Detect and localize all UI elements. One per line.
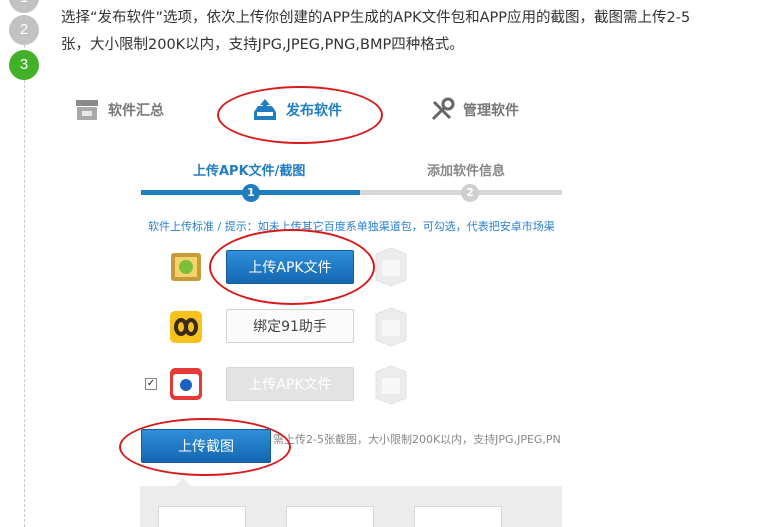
screenshot-slot[interactable]	[414, 506, 502, 527]
nav-item-label: 软件汇总	[108, 103, 164, 119]
upload-screenshot-button[interactable]: 上传截图	[141, 429, 271, 463]
step-badge-1: 1	[9, 0, 39, 13]
upload-tips: 软件上传标准 / 提示：如未上传其它百度系单独渠道包，可勾选，代表把安卓市场渠	[148, 220, 555, 233]
android-market-icon	[171, 253, 201, 281]
step-description: 选择“发布软件”选项，依次上传你创建的APP生成的APK文件包和APP应用的截图…	[61, 10, 691, 53]
bind-91-assistant-button[interactable]: 绑定91助手	[226, 309, 354, 343]
progress-step-number-2: 2	[461, 184, 479, 202]
screenshot-slot[interactable]	[158, 506, 246, 527]
step-badge-2: 2	[9, 15, 39, 45]
upload-tray-icon	[254, 99, 276, 120]
assistant-91-icon	[170, 311, 202, 343]
placeholder-app-icon	[375, 247, 407, 287]
upload-baidu-apk-button[interactable]: 上传APK文件	[226, 367, 354, 401]
baidu-app-icon	[170, 368, 202, 400]
upload-apk-button[interactable]: 上传APK文件	[226, 250, 354, 284]
screenshot-requirements: 需上传2-5张截图，大小限制200K以内，支持JPG,JPEG,PN	[273, 433, 561, 446]
progress-step-number-1: 1	[242, 184, 260, 202]
nav-item-label: 管理软件	[463, 103, 519, 119]
developer-console-screenshot: 软件汇总 发布软件 管理软件 上传APK文件/截图 添加软件信息 1 2 软件上…	[60, 84, 562, 527]
baidu-channel-checkbox[interactable]: ✓	[145, 378, 157, 390]
screenshot-gallery	[140, 486, 562, 527]
app-summary-icon	[76, 100, 98, 120]
nav-item-app-summary[interactable]: 软件汇总	[74, 94, 164, 126]
screenshot-slot[interactable]	[286, 506, 374, 527]
step-badge-3: 3	[9, 50, 39, 80]
progress-step-label-2: 添加软件信息	[427, 164, 506, 179]
tools-icon	[431, 97, 455, 121]
placeholder-app-icon	[375, 365, 407, 405]
nav-item-manage[interactable]: 管理软件	[429, 94, 519, 126]
nav-item-publish[interactable]: 发布软件	[252, 94, 342, 126]
progress-step-label-1: 上传APK文件/截图	[193, 164, 306, 179]
console-nav: 软件汇总 发布软件 管理软件	[60, 84, 562, 136]
placeholder-app-icon	[375, 307, 407, 347]
nav-item-label: 发布软件	[286, 103, 342, 119]
